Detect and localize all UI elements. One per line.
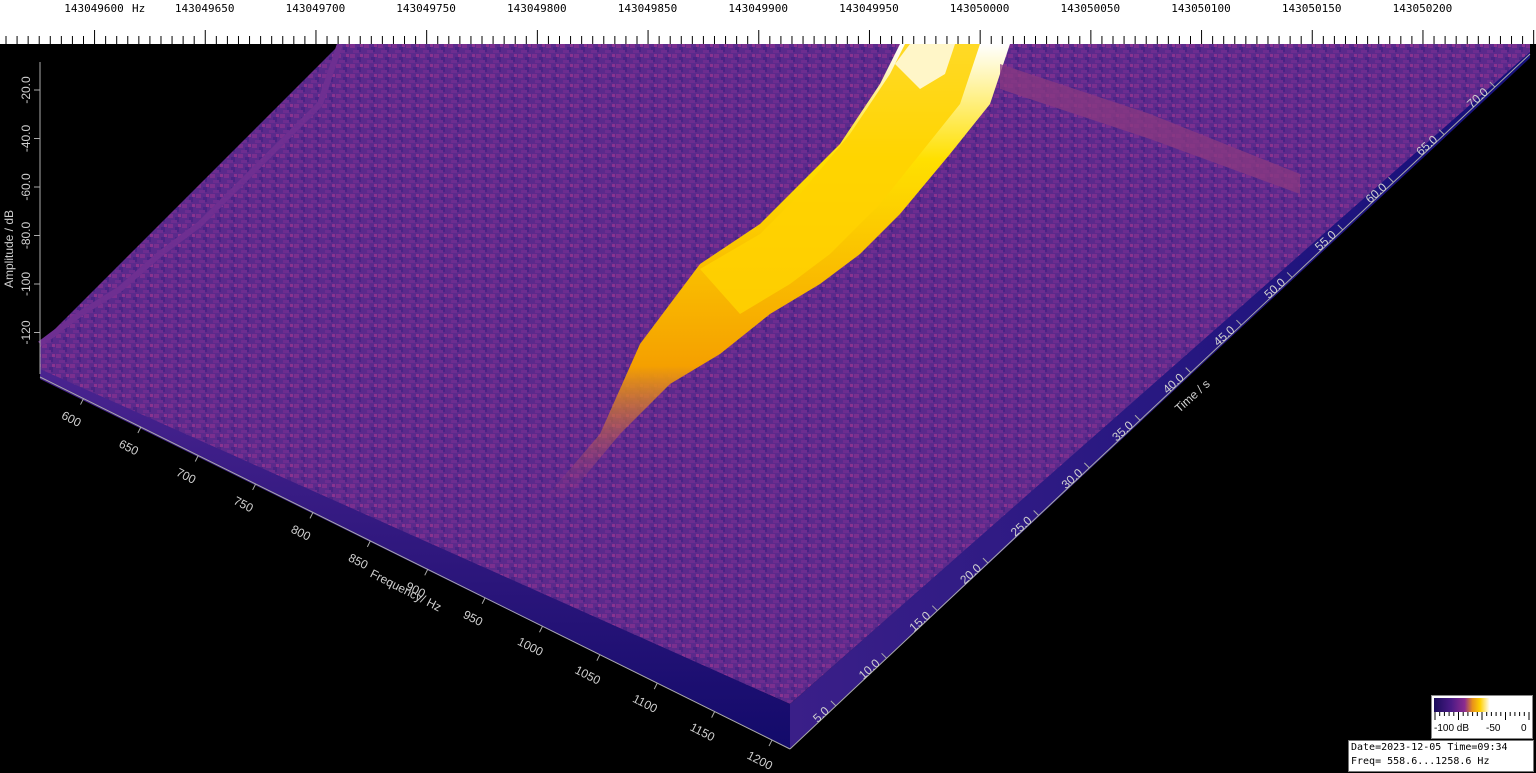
color-scale-legend: -100 dB -50 0 [1431, 695, 1533, 739]
ruler-ticks [5, 30, 1535, 44]
frequency-tick [653, 682, 658, 690]
color-scale-gradient [1434, 698, 1530, 712]
amplitude-tick-label: -40.0 [19, 125, 33, 153]
legend-min-label: -100 dB [1434, 723, 1470, 734]
frequency-tick [481, 597, 486, 605]
frequency-tick [596, 654, 601, 661]
frequency-tick [194, 455, 199, 462]
frequency-tick-label: 700 [174, 465, 198, 487]
amplitude-tick-label: -120 [19, 320, 33, 344]
frequency-axis-title: Frequency/ Hz [368, 566, 444, 614]
frequency-tick-label: 1100 [630, 691, 660, 715]
date-time-text: Date=2023-12-05 Time=09:34 [1351, 742, 1508, 753]
frequency-tick [424, 569, 429, 576]
amplitude-axis-title: Amplitude / dB [2, 210, 16, 288]
frequency-tick-label: 600 [59, 408, 83, 430]
frequency-range-text: Freq= 558.6...1258.6 Hz [1351, 756, 1490, 767]
legend-mid-label: -50 [1486, 723, 1501, 734]
frequency-tick-label: 850 [346, 551, 370, 573]
frequency-tick-label: 1050 [573, 663, 603, 688]
frequency-tick [539, 626, 543, 633]
frequency-tick [711, 711, 716, 718]
frequency-tick-label: 950 [461, 607, 485, 629]
frequency-tick-label: 1200 [745, 748, 775, 773]
amplitude-tick-label: -100 [19, 272, 33, 296]
color-scale-ticks [1434, 712, 1530, 720]
frequency-tick-label: 1000 [515, 634, 545, 659]
frequency-tick [366, 540, 371, 548]
amplitude-tick-label: -80.0 [19, 222, 33, 250]
frequency-tick [252, 483, 257, 491]
amplitude-axis: -20.0 -40.0 -60.0 -80.0 -100 -120 [19, 62, 41, 374]
amplitude-tick-label: -60.0 [19, 173, 33, 201]
frequency-tick-label: 1150 [688, 720, 718, 744]
waterfall-3d-plot: -20.0 -40.0 -60.0 -80.0 -100 -120 600 650 700 75… [2, 44, 1531, 773]
spectrum-surface [40, 44, 1530, 704]
legend-max-label: 0 [1521, 723, 1527, 734]
frequency-tick [768, 739, 773, 747]
frequency-tick-label: 750 [231, 494, 255, 516]
frequency-tick-label: 800 [289, 522, 313, 544]
frequency-tick [309, 512, 314, 519]
frequency-tick-label: 650 [117, 437, 141, 459]
amplitude-tick-label: -20.0 [19, 76, 33, 104]
capture-info-box: Date=2023-12-05 Time=09:34 Freq= 558.6..… [1348, 740, 1534, 772]
frequency-ruler: 143049600 143049650 143049700 143049750 1430… [0, 0, 1536, 45]
